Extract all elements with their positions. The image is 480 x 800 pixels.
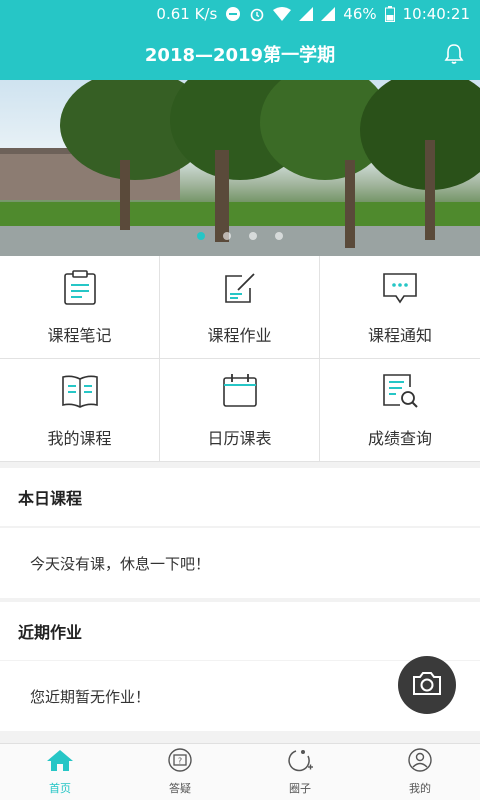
today-courses-title: 本日课程 [18,489,83,508]
campus-banner-image[interactable] [0,80,480,256]
tab-home[interactable]: 首页 [0,744,120,800]
banner-trunk [120,160,130,230]
bell-icon[interactable] [442,42,466,66]
banner-trunk [215,150,229,242]
grid-item-grade-query[interactable]: 成绩查询 [320,359,480,462]
homework-edit-icon [220,268,260,308]
status-bar: 0.61 K/s 46% 10:40:21 [0,0,480,28]
wifi-icon [273,7,292,21]
tab-label: 答疑 [169,782,191,795]
grid-item-course-notes[interactable]: 课程笔记 [0,256,160,359]
tab-qa[interactable]: ? 答疑 [120,744,240,800]
grid-item-course-notice[interactable]: 课程通知 [320,256,480,359]
grid-item-label: 日历课表 [207,429,272,448]
carousel-dot[interactable] [197,232,205,240]
grade-search-icon [380,371,420,411]
svg-text:?: ? [178,757,182,766]
tab-label: 我的 [409,782,431,795]
carousel-indicator [0,232,480,240]
grid-item-label: 课程通知 [367,326,432,345]
signal-icon [299,7,314,21]
carousel-dot[interactable] [275,232,283,240]
bottom-tab-bar: 首页 ? 答疑 圈子 我的 [0,743,480,800]
recent-homework-title: 近期作业 [18,623,83,642]
calendar-icon [220,371,260,411]
profile-icon [406,748,434,776]
notes-icon [60,268,100,308]
today-courses-empty-message: 今天没有课，休息一下吧！ [30,554,211,573]
grid-item-my-courses[interactable]: 我的课程 [0,359,160,462]
today-courses-header: 本日课程 [0,468,480,526]
carousel-dot[interactable] [223,232,231,240]
banner-road [0,226,480,256]
signal-icon-2 [321,7,336,21]
recent-homework-empty-message: 您近期暂无作业！ [30,687,151,706]
today-courses-body: 今天没有课，休息一下吧！ [0,528,480,598]
tab-profile[interactable]: 我的 [360,744,480,800]
page-title: 2018—2019第一学期 [144,45,336,66]
banner-tree [360,80,480,190]
do-not-disturb-icon [225,6,241,22]
battery-percent: 46% [343,5,377,23]
grid-item-label: 课程作业 [207,326,272,345]
grid-item-calendar-schedule[interactable]: 日历课表 [160,359,320,462]
tab-label: 圈子 [289,782,311,795]
banner-trunk [425,140,435,240]
circle-icon [286,748,314,776]
battery-icon [384,6,395,22]
app-header: 2018—2019第一学期 [0,28,480,80]
open-book-icon [60,371,100,411]
tab-circle[interactable]: 圈子 [240,744,360,800]
grid-item-label: 成绩查询 [367,429,432,448]
feature-grid: 课程笔记 课程作业 课程通知 我的课程 日历课表 成绩查询 [0,256,480,462]
banner-lawn [0,202,480,228]
grid-item-label: 课程笔记 [47,326,112,345]
notice-message-icon [380,268,420,308]
camera-button[interactable] [398,656,456,714]
recent-homework-header: 近期作业 [0,602,480,660]
qa-icon: ? [166,748,194,776]
grid-item-course-homework[interactable]: 课程作业 [160,256,320,359]
alarm-icon [249,6,265,22]
network-speed: 0.61 K/s [156,5,218,23]
tab-label: 首页 [49,782,71,795]
camera-icon [412,670,442,700]
grid-item-label: 我的课程 [47,429,112,448]
clock: 10:40:21 [402,5,470,23]
carousel-dot[interactable] [249,232,257,240]
home-icon [46,748,74,776]
